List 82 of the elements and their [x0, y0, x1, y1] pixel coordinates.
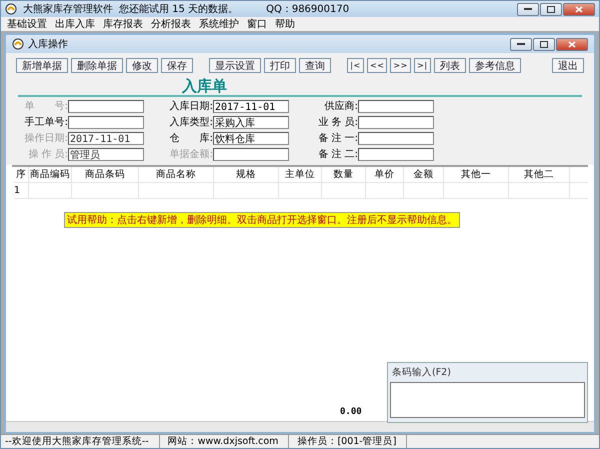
menu-item[interactable]: 系统维护 — [199, 17, 239, 31]
nav-button[interactable]: |< — [347, 58, 364, 73]
toolbar-button[interactable]: 查询 — [299, 58, 331, 73]
close-button[interactable] — [563, 2, 595, 16]
toolbar-button[interactable]: 打印 — [264, 58, 296, 73]
horizontal-scrollbar[interactable] — [6, 421, 594, 432]
field-label: 单 号: — [24, 100, 68, 113]
input-field[interactable] — [68, 116, 144, 128]
minimize-icon — [524, 7, 532, 11]
menu-item[interactable]: 基础设置 — [7, 17, 47, 31]
nav-button[interactable]: >> — [390, 58, 411, 73]
status-panel: 操作员：[001-管理员] — [297, 435, 408, 448]
toolbar-button[interactable]: 修改 — [126, 58, 158, 73]
field-label: 仓 库: — [168, 132, 213, 145]
window-title: 大熊家库存管理软件 — [23, 2, 113, 16]
input-field[interactable] — [358, 116, 434, 128]
menu-item[interactable]: 库存报表 — [103, 17, 143, 31]
minimize-button[interactable] — [517, 2, 539, 16]
maximize-button[interactable] — [533, 38, 555, 50]
field-label: 单据金额: — [168, 148, 213, 161]
toolbar-button[interactable]: 保存 — [161, 58, 193, 73]
column-header[interactable]: 单价 — [366, 167, 404, 182]
column-header[interactable]: 其他一 — [444, 167, 509, 182]
field-label: 入库类型: — [168, 116, 213, 129]
barcode-panel-title: 条码输入(F2) — [391, 366, 452, 380]
trial-notice: 您还能试用 15 天的数据。 — [119, 2, 238, 16]
nav-button[interactable]: >| — [414, 58, 431, 73]
input-field[interactable] — [358, 100, 434, 112]
column-header[interactable]: 主单位 — [279, 167, 322, 182]
field-label: 业 务 员: — [317, 116, 358, 129]
close-icon — [568, 40, 576, 48]
app-logo-icon — [12, 38, 24, 50]
column-header[interactable]: 其他二 — [509, 167, 570, 182]
input-field[interactable] — [358, 132, 434, 144]
help-text: 试用帮助：点击右键新增，删除明细。双击商品打开选择窗口。注册后不显示帮助信息。 — [64, 212, 460, 228]
menu-item[interactable]: 分析报表 — [151, 17, 191, 31]
minimize-icon — [517, 42, 525, 46]
app-logo-icon — [5, 3, 17, 15]
toolbar-button[interactable]: 退出 — [552, 58, 584, 73]
child-window-title: 入库操作 — [28, 38, 68, 51]
column-header[interactable]: 规格 — [214, 167, 279, 182]
maximize-button[interactable] — [540, 2, 562, 16]
status-panel: 网站：www.dxjsoft.com — [168, 435, 290, 448]
input-field[interactable]: 2017-11-01 — [213, 100, 289, 112]
toolbar-button[interactable]: 参考信息 — [468, 58, 521, 73]
field-label: 供应商: — [324, 100, 358, 113]
menu-item[interactable]: 出库入库 — [55, 17, 95, 31]
column-header[interactable]: 商品名称 — [139, 167, 214, 182]
input-field[interactable] — [358, 148, 434, 160]
column-header[interactable]: 数量 — [322, 167, 366, 182]
field-label: 操 作 员: — [27, 148, 68, 161]
close-button[interactable] — [556, 38, 588, 50]
maximize-icon — [547, 6, 555, 12]
toolbar-button[interactable]: 列表 — [434, 58, 466, 73]
close-icon — [575, 6, 583, 12]
toolbar-button[interactable]: 新增单据 — [16, 58, 68, 73]
input-field[interactable] — [68, 100, 144, 112]
column-header[interactable]: 商品条码 — [72, 167, 139, 182]
nav-button[interactable]: << — [367, 58, 388, 73]
field-label: 入库日期: — [168, 100, 213, 113]
minimize-button[interactable] — [510, 38, 532, 50]
toolbar-button[interactable]: 删除单据 — [71, 58, 123, 73]
input-field[interactable]: 采购入库 — [213, 116, 289, 128]
field-label: 操作日期: — [24, 132, 68, 145]
barcode-input-field[interactable] — [390, 382, 585, 418]
field-label: 备 注 一: — [317, 132, 358, 145]
column-header[interactable]: 商品编码 — [29, 167, 72, 182]
input-field[interactable]: 饮料仓库 — [213, 132, 289, 144]
menu-item[interactable]: 帮助 — [275, 17, 295, 31]
table-cell: 1 — [14, 183, 29, 198]
column-header[interactable]: 金额 — [404, 167, 444, 182]
field-label: 手工单号: — [24, 116, 68, 129]
field-label: 备 注 二: — [317, 148, 358, 161]
status-panel: --欢迎使用大熊家库存管理系统-- — [5, 435, 160, 448]
toolbar-button[interactable]: 显示设置 — [209, 58, 261, 73]
form-title: 入库单 — [18, 78, 582, 97]
input-field[interactable] — [213, 148, 289, 160]
maximize-icon — [540, 40, 548, 48]
column-header[interactable]: 序 — [14, 167, 29, 182]
qq-number: QQ：986900170 — [266, 3, 350, 16]
menu-item[interactable]: 窗口 — [247, 17, 267, 31]
total-amount: 0.00 — [340, 407, 362, 419]
